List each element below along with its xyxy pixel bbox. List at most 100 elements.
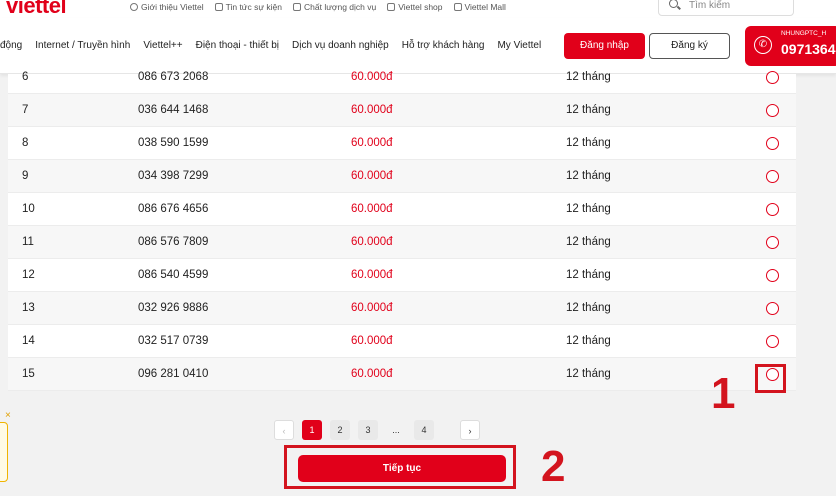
select-radio[interactable]: [766, 170, 779, 183]
price: 60.000đ: [351, 368, 393, 380]
term: 12 tháng: [566, 236, 611, 248]
select-radio[interactable]: [766, 269, 779, 282]
phone-number: 096 281 0410: [138, 368, 209, 380]
page-1-button[interactable]: 1: [302, 420, 322, 440]
row-index: 7: [22, 104, 29, 116]
top-link-viettel-mall[interactable]: Viettel Mall: [453, 2, 506, 12]
term: 12 tháng: [566, 368, 611, 380]
phone-number: 086 540 4599: [138, 269, 209, 281]
table-row[interactable]: 8 038 590 1599 60.000đ 12 tháng: [8, 127, 796, 160]
select-radio[interactable]: [766, 203, 779, 216]
news-icon: [214, 3, 223, 11]
term: 12 tháng: [566, 137, 611, 149]
hotline-number: 0971364: [781, 41, 836, 57]
phone-number: 086 576 7809: [138, 236, 209, 248]
select-radio[interactable]: [766, 335, 779, 348]
phone-icon: ✆: [754, 36, 772, 54]
price: 60.000đ: [351, 71, 393, 83]
term: 12 tháng: [566, 335, 611, 347]
table-row[interactable]: 15 096 281 0410 60.000đ 12 tháng: [8, 358, 796, 391]
page-ellipsis: ...: [392, 425, 400, 435]
next-page-button[interactable]: ›: [460, 420, 480, 440]
top-bar: viettel Giới thiệu Viettel Tin tức sự ki…: [0, 0, 836, 18]
table-row[interactable]: 13 032 926 9886 60.000đ 12 tháng: [8, 292, 796, 325]
nav-item-dong[interactable]: động: [0, 40, 22, 51]
hotline-label: NHUNGPTC_H: [781, 30, 827, 37]
term: 12 tháng: [566, 203, 611, 215]
top-link-chat-luong[interactable]: Chất lượng dịch vụ: [293, 2, 376, 12]
nav-item-ho-tro[interactable]: Hỗ trợ khách hàng: [402, 40, 485, 51]
side-widget[interactable]: [0, 422, 8, 482]
mall-icon: [453, 3, 462, 11]
search-icon: [669, 0, 678, 8]
close-icon[interactable]: ×: [5, 410, 11, 421]
top-link-viettel-shop[interactable]: Viettel shop: [387, 2, 443, 12]
table-row[interactable]: 9 034 398 7299 60.000đ 12 tháng: [8, 160, 796, 193]
nav-item-dien-thoai[interactable]: Điện thoại - thiết bị: [196, 40, 279, 51]
login-button[interactable]: Đăng nhập: [564, 33, 645, 59]
table-row[interactable]: 11 086 576 7809 60.000đ 12 tháng: [8, 226, 796, 259]
quality-icon: [293, 3, 302, 11]
term: 12 tháng: [566, 170, 611, 182]
phone-number: 032 926 9886: [138, 302, 209, 314]
pagination: ‹ 1 2 3 ... 4 ›: [274, 420, 480, 440]
annotation-step-2: 2: [541, 442, 566, 491]
row-index: 8: [22, 137, 29, 149]
nav-item-doanh-nghiep[interactable]: Dịch vụ doanh nghiệp: [292, 40, 389, 51]
page-2-button[interactable]: 2: [330, 420, 350, 440]
select-radio[interactable]: [766, 71, 779, 84]
phone-number: 038 590 1599: [138, 137, 209, 149]
phone-number: 086 673 2068: [138, 71, 209, 83]
nav-item-viettel-plus[interactable]: Viettel++: [143, 40, 182, 51]
page-3-button[interactable]: 3: [358, 420, 378, 440]
page-4-button[interactable]: 4: [414, 420, 434, 440]
shop-icon: [387, 3, 396, 11]
row-index: 6: [22, 71, 29, 83]
phone-number: 034 398 7299: [138, 170, 209, 182]
row-index: 10: [22, 203, 35, 215]
nav-item-internet[interactable]: Internet / Truyền hình: [35, 40, 130, 51]
top-link-gioi-thieu[interactable]: Giới thiệu Viettel: [130, 2, 204, 12]
table-row[interactable]: 12 086 540 4599 60.000đ 12 tháng: [8, 259, 796, 292]
term: 12 tháng: [566, 104, 611, 116]
phone-number: 086 676 4656: [138, 203, 209, 215]
top-link-tin-tuc[interactable]: Tin tức sự kiện: [214, 2, 282, 12]
annotation-step-1: 1: [711, 369, 736, 418]
select-radio[interactable]: [766, 302, 779, 315]
viettel-logo[interactable]: viettel: [6, 0, 67, 19]
row-index: 9: [22, 170, 29, 182]
table-row[interactable]: 6 086 673 2068 60.000đ 12 tháng: [8, 71, 796, 94]
hotline-button[interactable]: ✆ NHUNGPTC_H 0971364: [745, 26, 836, 66]
nav-item-my-viettel[interactable]: My Viettel: [497, 40, 541, 51]
select-radio[interactable]: [766, 236, 779, 249]
term: 12 tháng: [566, 71, 611, 83]
price: 60.000đ: [351, 203, 393, 215]
price: 60.000đ: [351, 236, 393, 248]
price: 60.000đ: [351, 170, 393, 182]
search-input[interactable]: Tìm kiếm: [658, 0, 794, 16]
term: 12 tháng: [566, 269, 611, 281]
term: 12 tháng: [566, 302, 611, 314]
table-row[interactable]: 10 086 676 4656 60.000đ 12 tháng: [8, 193, 796, 226]
globe-icon: [130, 3, 138, 11]
row-index: 15: [22, 368, 35, 380]
phone-number: 032 517 0739: [138, 335, 209, 347]
price: 60.000đ: [351, 335, 393, 347]
main-nav: động Internet / Truyền hình Viettel++ Đi…: [0, 18, 836, 74]
row-index: 11: [22, 236, 34, 248]
annotation-highlight-continue: [284, 445, 516, 489]
prev-page-button[interactable]: ‹: [274, 420, 294, 440]
annotation-highlight-radio: [755, 364, 786, 393]
phone-number-table: 6 086 673 2068 60.000đ 12 tháng 7 036 64…: [8, 71, 796, 391]
nav-menu: động Internet / Truyền hình Viettel++ Đi…: [0, 40, 554, 51]
top-links: Giới thiệu Viettel Tin tức sự kiện Chất …: [130, 0, 506, 14]
select-radio[interactable]: [766, 137, 779, 150]
table-row[interactable]: 14 032 517 0739 60.000đ 12 tháng: [8, 325, 796, 358]
select-radio[interactable]: [766, 104, 779, 117]
table-row[interactable]: 7 036 644 1468 60.000đ 12 tháng: [8, 94, 796, 127]
row-index: 13: [22, 302, 35, 314]
price: 60.000đ: [351, 104, 393, 116]
register-button[interactable]: Đăng ký: [649, 33, 730, 59]
phone-number: 036 644 1468: [138, 104, 209, 116]
price: 60.000đ: [351, 137, 393, 149]
